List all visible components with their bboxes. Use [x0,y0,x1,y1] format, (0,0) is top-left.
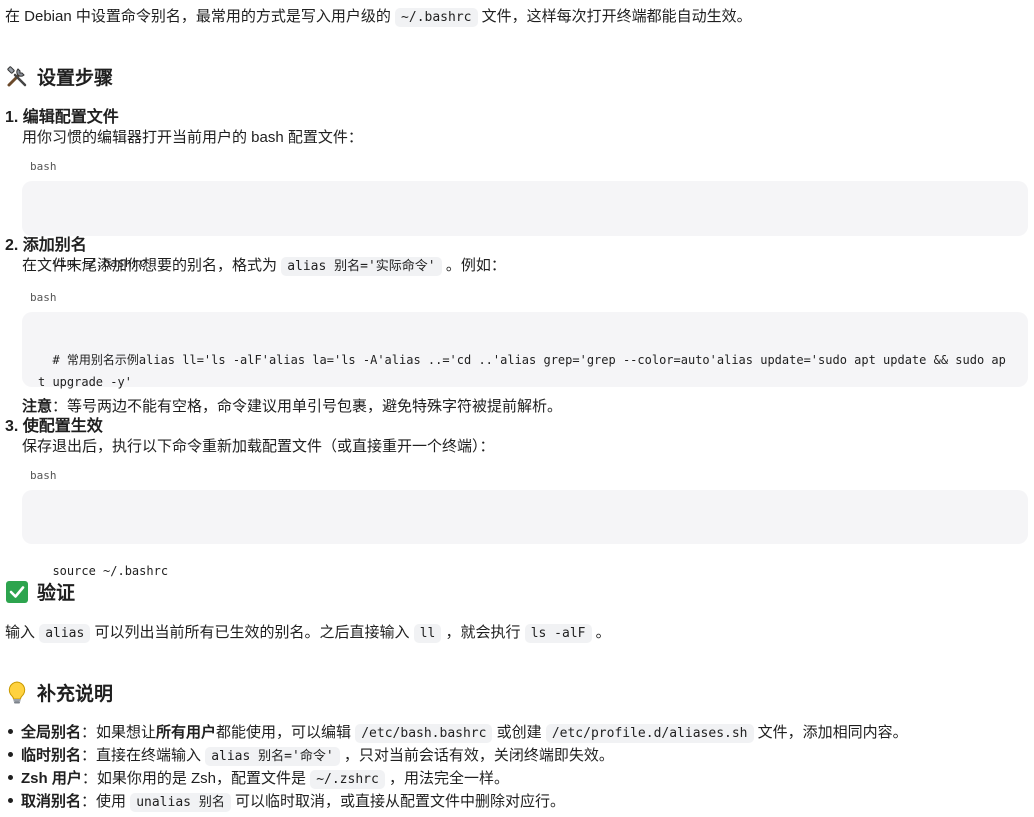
bullet-dot [8,798,13,804]
aliases-sh-inline-code: /etc/profile.d/aliases.sh [545,724,754,743]
global-alias-label: 全局别名 [21,724,82,741]
list-text: ，用法完全一样。 [389,770,510,787]
step-2-number: 2. [5,237,19,254]
list-item: Zsh 用户：如果你用的是 Zsh，配置文件是 ~/.zshrc ，用法完全一样… [5,768,509,791]
list-text: 都能使用，可以编辑 [216,724,352,741]
step-2-title: 2. 添加别名 [5,236,87,256]
verify-text-3: ，就会执行 [445,624,521,641]
bash-bashrc-inline-code: /etc/bash.bashrc [355,724,493,743]
note-label: 注意 [22,398,53,415]
list-text: ：如果你用的是 Zsh，配置文件是 [81,770,307,787]
step-2-desc-a: 在文件末尾添加你想要的别名，格式为 [22,257,278,274]
step-2-code-language: bash [30,291,57,304]
setup-heading-text: 设置步骤 [37,68,114,89]
unalias-inline-code: unalias 别名 [130,793,231,812]
list-text: 文件，添加相同内容。 [757,724,908,741]
list-text: 可以临时取消，或直接从配置文件中删除对应行。 [235,793,566,810]
list-text: ：如果想让 [81,724,157,741]
list-item: 临时别名：直接在终端输入 alias 别名='命令' ，只对当前会话有效，关闭终… [5,745,614,768]
intro-text-1: 在 Debian 中设置命令别名，最常用的方式是写入用户级的 [5,8,391,25]
step-2-description: 在文件末尾添加你想要的别名，格式为 alias 别名='实际命令' 。例如： [22,256,506,277]
ls-alf-inline-code: ls -alF [524,624,592,643]
step-2-desc-b: 。例如： [445,257,506,274]
check-icon [5,580,29,604]
temp-alias-label: 临时别名 [21,747,82,764]
extra-heading-text: 补充说明 [37,684,114,705]
step-1-title-text: 编辑配置文件 [22,109,119,126]
note-text: ：等号两边不能有空格，命令建议用单引号包裹，避免特殊字符被提前解析。 [52,398,563,415]
step-2-code: # 常用别名示例alias ll='ls -alF'alias la='ls -… [38,353,1006,389]
step-3-description: 保存退出后，执行以下命令重新加载配置文件（或直接重开一个终端）： [22,438,495,455]
bullet-dot [8,752,13,758]
step-1-title: 1. 编辑配置文件 [5,108,119,128]
list-item: 取消别名：使用 unalias 别名 可以临时取消，或直接从配置文件中删除对应行… [5,791,565,814]
step-1-description: 用你习惯的编辑器打开当前用户的 bash 配置文件： [22,129,363,146]
intro-paragraph: 在 Debian 中设置命令别名，最常用的方式是写入用户级的 ~/.bashrc… [5,6,752,29]
step-2-code-block[interactable]: # 常用别名示例alias ll='ls -alF'alias la='ls -… [22,312,1028,389]
bashrc-inline-code: ~/.bashrc [395,8,478,27]
list-text: ，只对当前会话有效，关闭终端即失效。 [343,747,614,764]
alias-inline-code: alias [39,624,91,643]
step-3-title: 3. 使配置生效 [5,417,103,437]
verify-text-2: 可以列出当前所有已生效的别名。之后直接输入 [94,624,410,641]
zsh-user-label: Zsh 用户 [21,770,82,787]
step-2-title-text: 添加别名 [22,237,87,254]
step-3-code-block[interactable]: source ~/.bashrc [22,490,1028,578]
list-item: 全局别名：如果想让所有用户都能使用，可以编辑 /etc/bash.bashrc … [5,722,908,745]
extra-heading: 补充说明 [5,679,113,706]
list-text: ：直接在终端输入 [81,747,202,764]
step-3-code-language: bash [30,469,57,482]
alias-format-code: alias 别名='实际命令' [281,257,442,276]
bullet-dot [8,729,13,735]
unalias-label: 取消别名 [21,793,82,810]
all-users-bold: 所有用户 [156,724,217,741]
bullet-dot [8,775,13,781]
lightbulb-icon [5,680,29,705]
verify-heading: 验证 [5,578,75,605]
step-1-code-language: bash [30,160,57,173]
tools-icon [5,65,29,89]
verify-paragraph: 输入 alias 可以列出当前所有已生效的别名。之后直接输入 ll ，就会执行 … [5,622,611,645]
step-1-code-block[interactable]: vim ~/.bashrc [22,181,1028,270]
list-text: ：使用 [81,793,127,810]
step-1-number: 1. [5,109,19,126]
verify-heading-text: 验证 [37,583,76,604]
step-3-title-text: 使配置生效 [22,418,103,435]
ll-inline-code: ll [413,624,442,643]
step-2-note: 注意：等号两边不能有空格，命令建议用单引号包裹，避免特殊字符被提前解析。 [22,397,562,417]
temp-alias-inline-code: alias 别名='命令' [205,747,340,766]
zshrc-inline-code: ~/.zshrc [310,770,385,789]
step-3-number: 3. [5,418,19,435]
verify-text-4: 。 [595,624,611,641]
step-3-code: source ~/.bashrc [52,564,169,578]
list-text: 或创建 [496,724,542,741]
intro-text-2: 文件，这样每次打开终端都能自动生效。 [481,8,752,25]
verify-text-1: 输入 [5,624,36,641]
setup-heading: 设置步骤 [5,63,113,90]
